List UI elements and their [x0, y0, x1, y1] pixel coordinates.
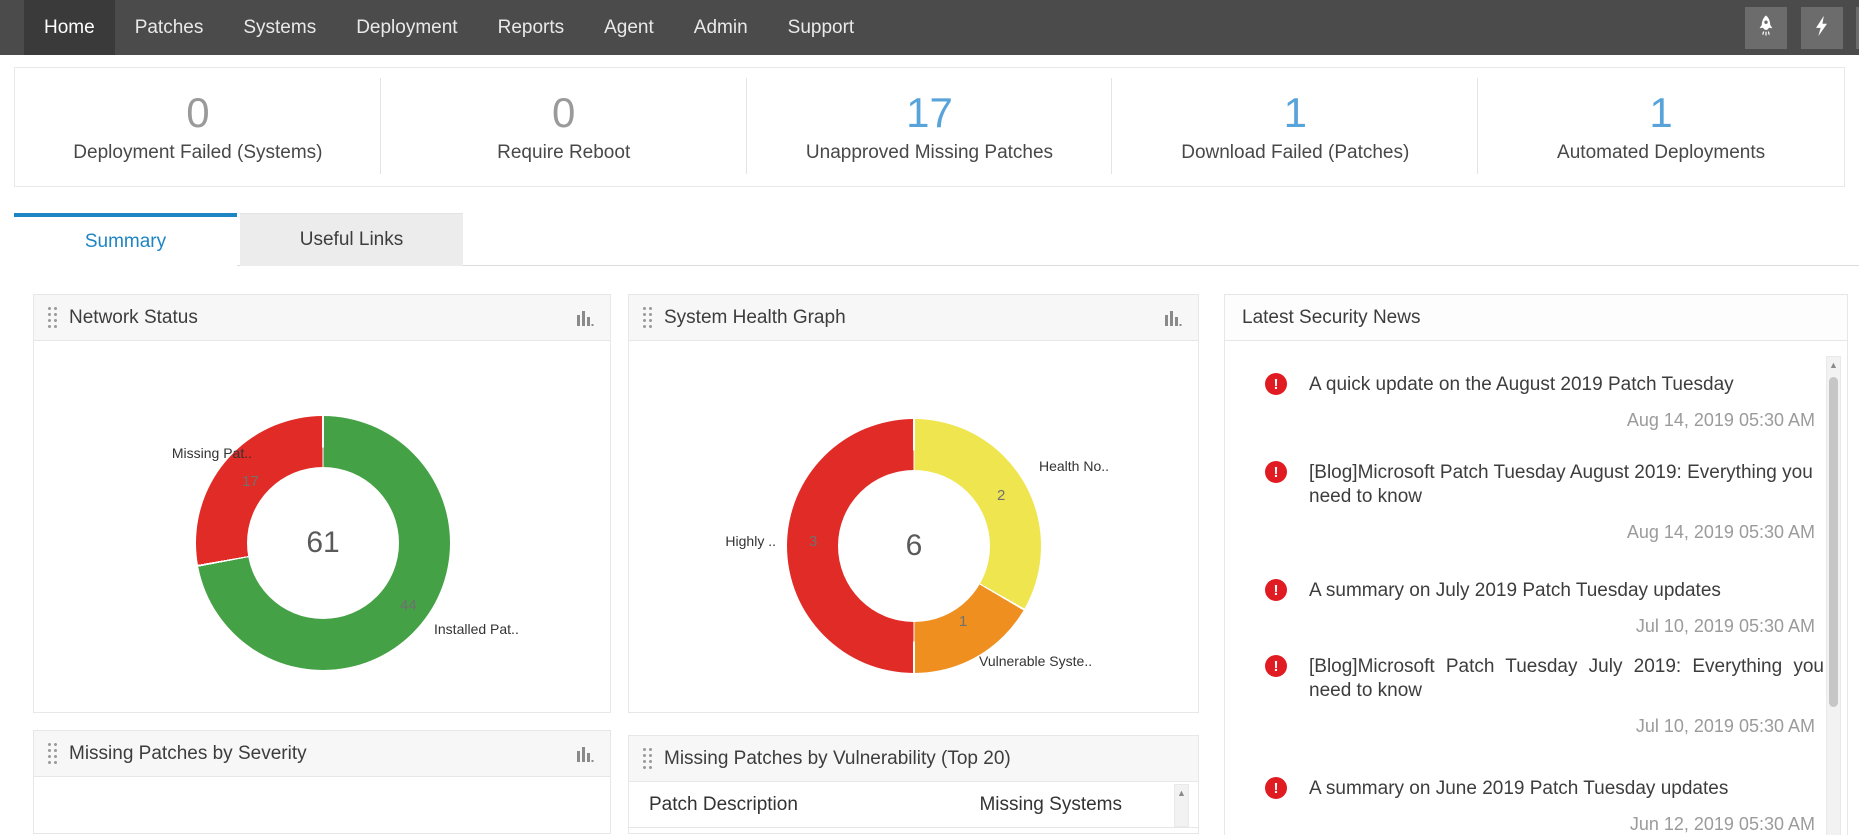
label-health-not-available: Health No.. [1039, 458, 1110, 474]
stat-value: 1 [1283, 89, 1307, 136]
drag-handle-icon[interactable] [643, 748, 652, 769]
nav-item-reports[interactable]: Reports [478, 0, 585, 55]
drag-handle-icon[interactable] [48, 307, 57, 328]
scrollbar-thumb[interactable] [1829, 377, 1838, 707]
widget-system-health: System Health Graph 6 2 Health No.. High… [628, 294, 1199, 713]
tab-useful-links[interactable]: Useful Links [240, 213, 463, 266]
stat-download-failed[interactable]: 1 Download Failed (Patches) [1112, 68, 1478, 186]
value-installed-patches: 44 [400, 597, 417, 614]
nav-item-systems[interactable]: Systems [223, 0, 336, 55]
flash-button[interactable] [1801, 7, 1843, 49]
value-health-not-available: 2 [997, 487, 1006, 504]
stat-label: Download Failed (Patches) [1181, 142, 1410, 163]
security-news-list: ! A quick update on the August 2019 Patc… [1225, 343, 1847, 835]
news-item: ! A summary on June 2019 Patch Tuesday u… [1265, 777, 1817, 835]
summary-stats-bar: 0 Deployment Failed (Systems) 0 Require … [14, 67, 1845, 187]
news-item: ! A summary on July 2019 Patch Tuesday u… [1265, 579, 1817, 637]
stat-label: Unapproved Missing Patches [805, 142, 1054, 163]
news-link[interactable]: A summary on June 2019 Patch Tuesday upd… [1309, 777, 1824, 801]
widget-title: Missing Patches by Vulnerability (Top 20… [664, 747, 1011, 769]
news-scrollbar[interactable]: ▲ [1826, 356, 1841, 835]
table-scrollbar[interactable]: ▲ [1174, 784, 1189, 827]
column-missing-systems: Missing Systems [979, 794, 1122, 815]
alert-icon: ! [1265, 655, 1287, 677]
drag-handle-icon[interactable] [48, 743, 57, 764]
widget-missing-severity: Missing Patches by Severity [33, 730, 611, 834]
tab-summary[interactable]: Summary [14, 213, 237, 266]
news-link[interactable]: A summary on July 2019 Patch Tuesday upd… [1309, 579, 1824, 603]
widget-header: Network Status [34, 295, 610, 341]
stat-label: Require Reboot [497, 142, 631, 163]
news-timestamp: Aug 14, 2019 05:30 AM [1626, 522, 1815, 542]
donut-hole: 61 [247, 467, 399, 619]
widget-title: Missing Patches by Severity [69, 742, 307, 764]
stat-label: Automated Deployments [1557, 142, 1766, 163]
donut-center-value: 6 [905, 529, 923, 562]
label-installed-patches: Installed Pat.. [434, 621, 519, 637]
widget-title: System Health Graph [664, 306, 846, 328]
news-timestamp: Jun 12, 2019 05:30 AM [1629, 814, 1815, 834]
widget-title: Network Status [69, 306, 198, 328]
stat-value: 0 [186, 89, 210, 136]
widget-title: Latest Security News [1242, 306, 1421, 328]
drag-handle-icon[interactable] [643, 307, 652, 328]
value-vulnerable-systems: 1 [959, 613, 968, 630]
system-health-donut-chart[interactable]: 6 [787, 419, 1041, 673]
stat-label: Deployment Failed (Systems) [73, 142, 323, 163]
stat-value: 0 [552, 89, 576, 136]
lightning-icon [1811, 15, 1833, 42]
news-item: ! [Blog]Microsoft Patch Tuesday July 201… [1265, 655, 1824, 737]
news-timestamp: Aug 14, 2019 05:30 AM [1626, 410, 1815, 430]
widget-network-status: Network Status 61 Missing Pat.. 17 44 In… [33, 294, 611, 713]
news-item: ! A quick update on the August 2019 Patc… [1265, 373, 1817, 431]
nav-item-agent[interactable]: Agent [584, 0, 674, 55]
value-missing-patches: 17 [242, 473, 259, 490]
scroll-up-icon[interactable]: ▲ [1175, 788, 1188, 798]
value-highly-vulnerable: 3 [809, 533, 818, 550]
label-missing-patches: Missing Pat.. [171, 445, 252, 461]
vulnerability-table-header: Patch Description Missing Systems ▲ [629, 782, 1198, 828]
rocket-button[interactable] [1745, 7, 1787, 49]
nav-item-admin[interactable]: Admin [674, 0, 768, 55]
widget-missing-vulnerability: Missing Patches by Vulnerability (Top 20… [628, 735, 1199, 834]
bar-chart-icon[interactable] [1164, 309, 1182, 332]
stat-value: 1 [1649, 89, 1673, 136]
stat-require-reboot[interactable]: 0 Require Reboot [381, 68, 747, 186]
alert-icon: ! [1265, 579, 1287, 601]
alert-icon: ! [1265, 461, 1287, 483]
news-link[interactable]: A quick update on the August 2019 Patch … [1309, 373, 1824, 397]
nav-item-support[interactable]: Support [768, 0, 875, 55]
widget-security-news: Latest Security News ! A quick update on… [1224, 294, 1848, 835]
widget-header: Missing Patches by Vulnerability (Top 20… [629, 736, 1198, 782]
stat-value: 17 [906, 89, 953, 136]
widget-header: Missing Patches by Severity [34, 731, 610, 777]
news-timestamp: Jul 10, 2019 05:30 AM [1635, 716, 1815, 736]
stat-unapproved-missing-patches[interactable]: 17 Unapproved Missing Patches [747, 68, 1113, 186]
nav-item-patches[interactable]: Patches [115, 0, 224, 55]
donut-center-value: 61 [306, 526, 340, 559]
nav-item-deployment[interactable]: Deployment [336, 0, 477, 55]
nav-item-home[interactable]: Home [24, 0, 115, 55]
news-item: ! [Blog]Microsoft Patch Tuesday August 2… [1265, 461, 1817, 543]
donut-hole: 6 [838, 470, 990, 622]
bar-chart-icon[interactable] [576, 745, 594, 768]
top-nav: Home Patches Systems Deployment Reports … [0, 0, 1859, 55]
scroll-up-icon[interactable]: ▲ [1827, 360, 1840, 370]
label-vulnerable-systems: Vulnerable Syste.. [979, 653, 1093, 669]
alert-icon: ! [1265, 777, 1287, 799]
stat-deployment-failed[interactable]: 0 Deployment Failed (Systems) [15, 68, 381, 186]
label-highly-vulnerable: Highly .. [725, 533, 776, 549]
news-link[interactable]: [Blog]Microsoft Patch Tuesday July 2019:… [1309, 655, 1824, 703]
widget-header: Latest Security News [1225, 295, 1847, 341]
alert-icon: ! [1265, 373, 1287, 395]
news-link[interactable]: [Blog]Microsoft Patch Tuesday August 201… [1309, 461, 1824, 509]
dashboard-page: Home Patches Systems Deployment Reports … [0, 0, 1859, 835]
rocket-icon [1754, 14, 1778, 43]
bar-chart-icon[interactable] [576, 309, 594, 332]
news-timestamp: Jul 10, 2019 05:30 AM [1635, 616, 1815, 636]
widget-header: System Health Graph [629, 295, 1198, 341]
column-patch-description: Patch Description [649, 794, 798, 815]
stat-automated-deployments[interactable]: 1 Automated Deployments [1478, 68, 1844, 186]
